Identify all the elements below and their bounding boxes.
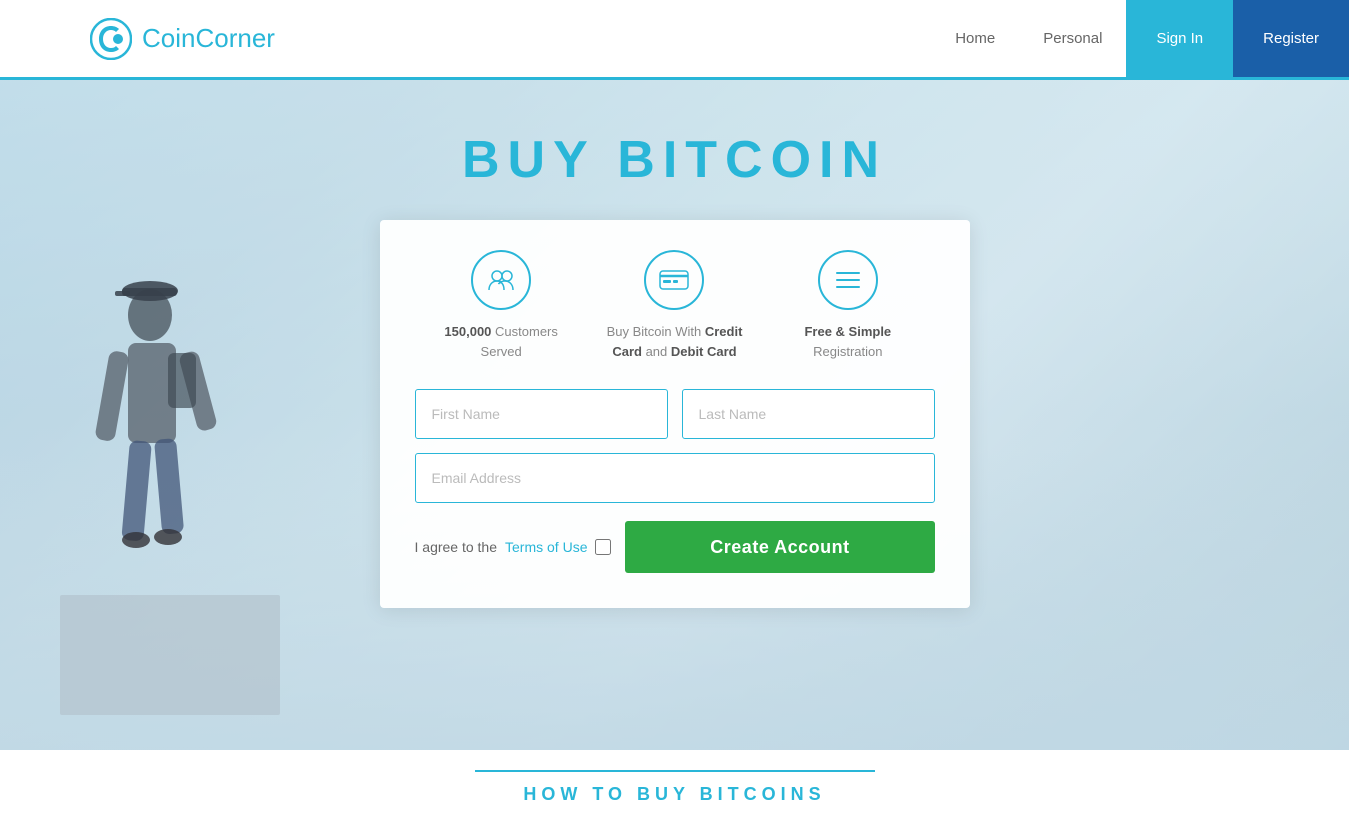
form-footer: I agree to the Terms of Use Create Accou… <box>415 521 935 573</box>
how-to-title: HOW TO BUY BITCOINS <box>475 770 875 805</box>
feature-registration: Free & SimpleRegistration <box>761 250 934 361</box>
nav-personal-link[interactable]: Personal <box>1019 0 1126 77</box>
bottom-section: HOW TO BUY BITCOINS <box>0 750 1349 825</box>
payment-text: Buy Bitcoin With CreditCard and Debit Ca… <box>607 322 743 361</box>
logo[interactable]: CoinCorner <box>90 18 275 60</box>
registration-text: Free & SimpleRegistration <box>804 322 891 361</box>
terms-area: I agree to the Terms of Use <box>415 539 612 555</box>
logo-text: CoinCorner <box>142 23 275 54</box>
payment-icon <box>644 250 704 310</box>
email-input[interactable] <box>415 453 935 503</box>
navbar: CoinCorner Home Personal Sign In Registe… <box>0 0 1349 80</box>
terms-of-use-link[interactable]: Terms of Use <box>505 539 587 555</box>
registration-icon <box>818 250 878 310</box>
terms-prefix-text: I agree to the <box>415 539 498 555</box>
nav-signin-button[interactable]: Sign In <box>1126 0 1233 77</box>
terms-checkbox[interactable] <box>595 539 611 555</box>
person-silhouette <box>60 195 280 720</box>
features-row: 150,000 CustomersServed Buy Bitcoin With… <box>415 250 935 361</box>
customers-icon <box>471 250 531 310</box>
person-svg <box>60 195 280 715</box>
first-name-input[interactable] <box>415 389 668 439</box>
feature-customers: 150,000 CustomersServed <box>415 250 588 361</box>
nav-home-link[interactable]: Home <box>931 0 1019 77</box>
feature-payment: Buy Bitcoin With CreditCard and Debit Ca… <box>588 250 761 361</box>
hero-title: BUY BITCOIN <box>462 130 887 190</box>
name-row <box>415 389 935 439</box>
registration-card: 150,000 CustomersServed Buy Bitcoin With… <box>380 220 970 608</box>
customers-text: 150,000 CustomersServed <box>444 322 557 361</box>
create-account-button[interactable]: Create Account <box>625 521 934 573</box>
coincorner-logo-icon <box>90 18 132 60</box>
nav-register-button[interactable]: Register <box>1233 0 1349 77</box>
last-name-input[interactable] <box>682 389 935 439</box>
hero-section: BUY BITCOIN 150,000 CustomersServed <box>0 80 1349 750</box>
logo-coin: Coin <box>142 23 195 53</box>
logo-corner: Corner <box>195 23 274 53</box>
nav-links: Home Personal Sign In Register <box>931 0 1349 77</box>
